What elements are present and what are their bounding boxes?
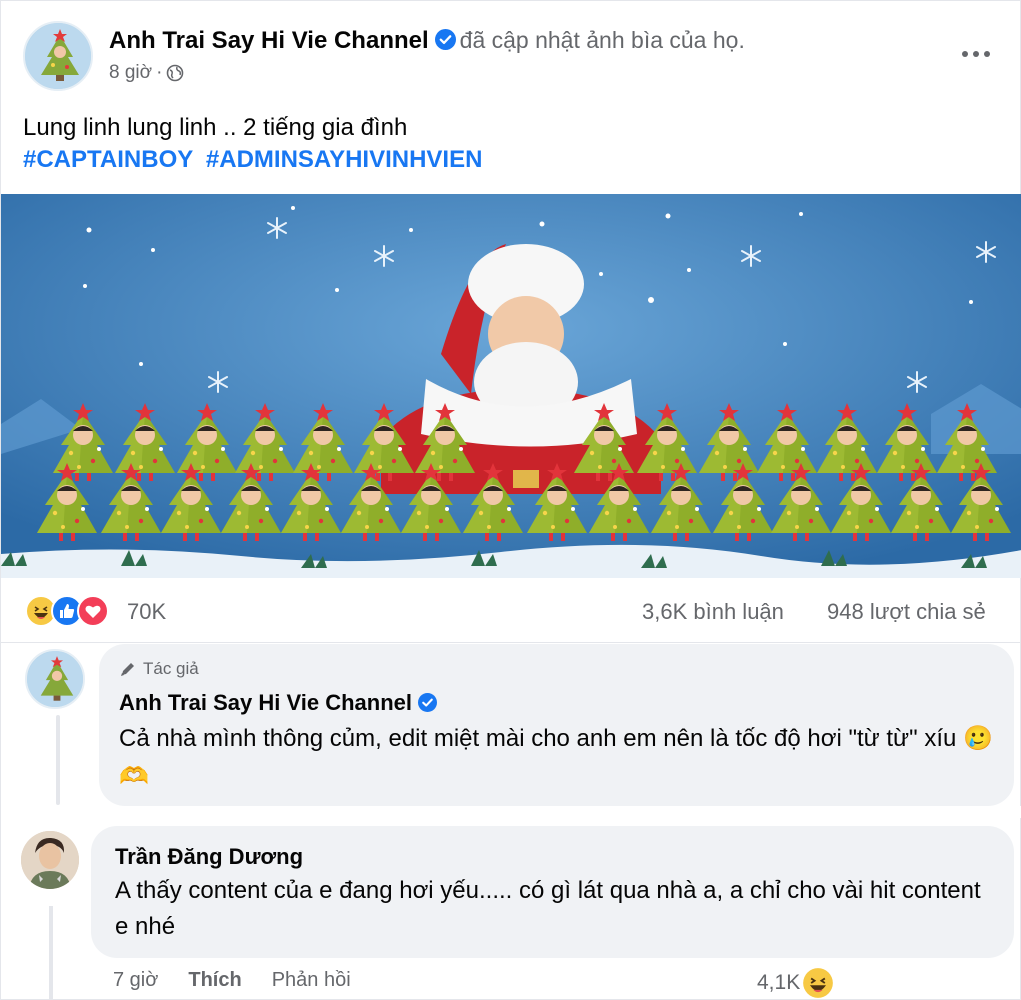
verified-badge-icon	[418, 693, 438, 712]
reaction-summary[interactable]	[25, 595, 109, 627]
page-avatar[interactable]	[23, 21, 93, 91]
post-action-text: đã cập nhật ảnh bìa của họ.	[459, 27, 745, 53]
thread-line	[56, 715, 60, 805]
love-icon	[77, 595, 109, 627]
cover-photo[interactable]	[1, 194, 1021, 578]
hashtag-link[interactable]: #ADMINSAYHIVINHVIEN	[206, 146, 483, 173]
commenter-name: Anh Trai Say Hi Vie Channel	[119, 690, 441, 716]
more-options-button[interactable]	[953, 39, 999, 69]
author-badge-label: Tác giả	[143, 659, 199, 678]
reaction-count[interactable]: 70K	[127, 599, 166, 625]
hashtag-link[interactable]: #CAPTAINBOY	[23, 146, 193, 173]
comment-reaction-summary[interactable]: 4,1K	[757, 967, 834, 999]
more-dot-icon	[984, 51, 990, 57]
commenter-avatar[interactable]	[21, 831, 79, 889]
shares-count-link[interactable]: 948 lượt chia sẻ	[827, 599, 986, 625]
more-dot-icon	[973, 51, 979, 57]
divider	[1, 642, 1021, 643]
post-author-line: Anh Trai Say Hi Vie Channel đã cập nhật ả…	[109, 27, 745, 55]
thread-line	[49, 906, 53, 1000]
comment-text: A thấy content của e đang hơi yếu..... c…	[115, 877, 981, 940]
comment-time[interactable]: 7 giờ	[113, 969, 158, 992]
commenter-name-text[interactable]: Anh Trai Say Hi Vie Channel	[119, 690, 412, 715]
commenter-name[interactable]: Trần Đăng Dương	[115, 844, 303, 870]
comment-reaction-count: 4,1K	[757, 971, 801, 994]
section-gap	[1, 806, 1021, 818]
globe-icon	[167, 64, 184, 82]
comment-text: Cả nhà mình thông củm, edit miệt mài cho…	[119, 725, 993, 790]
like-button[interactable]: Thích	[188, 969, 241, 992]
comments-count-link[interactable]: 3,6K bình luận	[642, 599, 784, 625]
commenter-avatar[interactable]	[25, 649, 85, 709]
post-caption: Lung linh lung linh .. 2 tiếng gia đình	[23, 114, 408, 141]
haha-icon	[803, 968, 834, 998]
pen-icon	[121, 663, 134, 676]
post-time[interactable]: 8 giờ	[109, 62, 152, 84]
cover-illustration	[1, 194, 1021, 578]
reply-button[interactable]: Phản hồi	[272, 969, 351, 992]
post-meta: 8 giờ ·	[109, 62, 184, 84]
verified-badge-icon	[434, 29, 456, 50]
post-card: Anh Trai Say Hi Vie Channel đã cập nhật ả…	[0, 0, 1021, 1000]
meta-separator: ·	[156, 62, 163, 83]
author-badge: Tác giả	[119, 659, 199, 679]
more-dot-icon	[962, 51, 968, 57]
post-hashtags: #CAPTAINBOY #ADMINSAYHIVINHVIEN	[23, 144, 488, 176]
comment-actions: 7 giờ Thích Phản hồi	[113, 969, 351, 992]
post-author-name[interactable]: Anh Trai Say Hi Vie Channel	[109, 27, 429, 54]
